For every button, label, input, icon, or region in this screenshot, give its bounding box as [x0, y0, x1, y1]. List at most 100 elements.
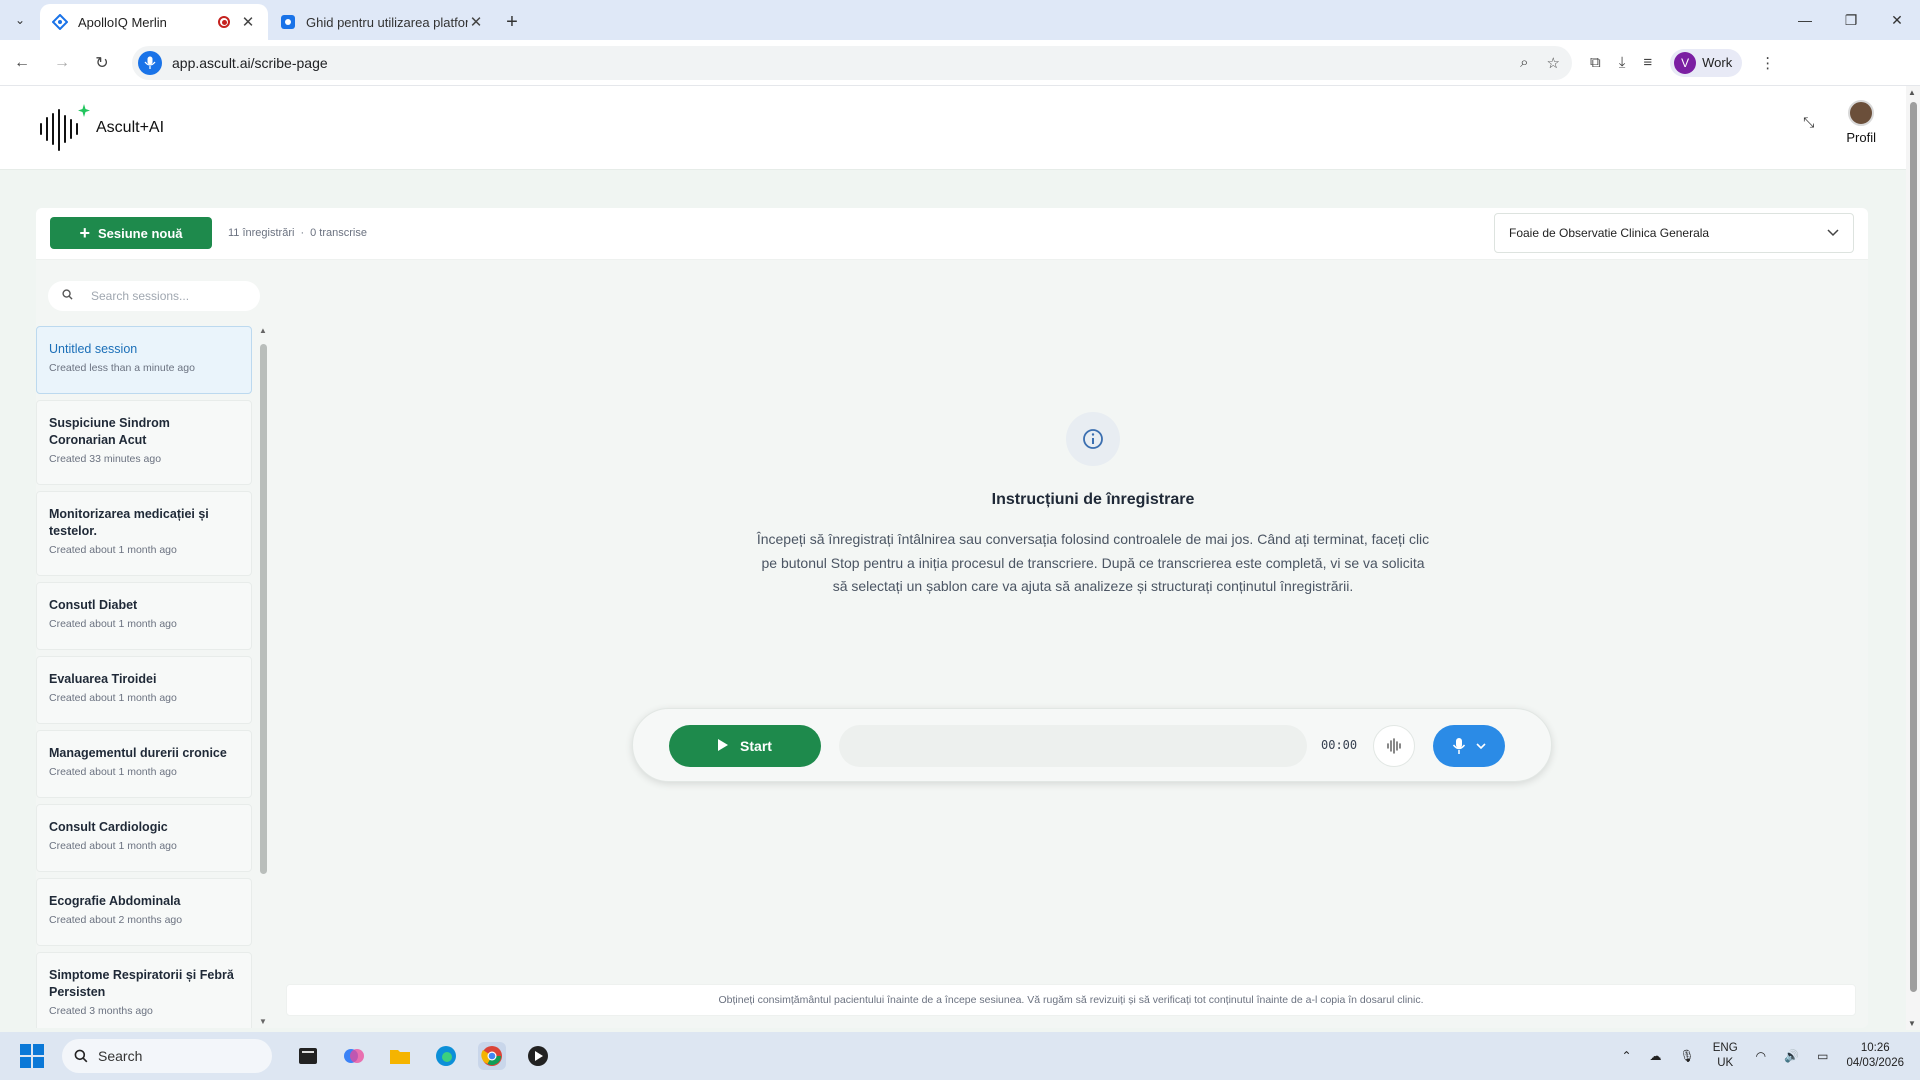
onedrive-icon[interactable]: ☁ [1650, 1049, 1662, 1063]
fullscreen-exit-icon[interactable]: ⤡ [1803, 114, 1814, 131]
tab-title: Ghid pentru utilizarea platform [306, 14, 468, 30]
microphone-site-icon[interactable] [138, 50, 162, 75]
session-item[interactable]: Evaluarea Tiroidei Created about 1 month… [36, 656, 252, 724]
wifi-icon[interactable]: ◠ [1756, 1049, 1766, 1063]
ascult-logo[interactable]: Ascult+AI [38, 102, 164, 154]
session-title: Consult Cardiologic [49, 820, 168, 834]
microphone-icon [1452, 738, 1466, 754]
logo-text: Ascult+AI [96, 119, 165, 136]
system-tray: ⌃ ☁ 🎙 ENG UK ◠ 🔊 ▭ 10:26 04/03/2026 [1621, 1032, 1904, 1080]
forward-arrow-icon[interactable]: → [44, 45, 80, 81]
tray-microphone-icon[interactable]: 🎙 [1680, 1049, 1695, 1063]
consent-notice: Obțineți consimțământul pacientului înai… [286, 984, 1856, 1016]
session-created: Created about 1 month ago [49, 692, 177, 704]
battery-icon[interactable]: ▭ [1817, 1049, 1828, 1063]
new-session-label: Sesiune nouă [97, 225, 183, 241]
page-scrollbar[interactable]: ▲ ▼ [1906, 86, 1920, 1030]
session-item[interactable]: Ecografie Abdominala Created about 2 mon… [36, 878, 252, 946]
profile-label: Work [1702, 55, 1733, 70]
session-item[interactable]: Untitled session Created less than a min… [36, 326, 252, 394]
session-item[interactable]: Consult Cardiologic Created about 1 mont… [36, 804, 252, 872]
tab-close-icon[interactable]: ✕ [240, 13, 256, 31]
media-player-icon[interactable] [524, 1042, 552, 1070]
browser-menu-icon[interactable]: ⋮ [1760, 54, 1775, 72]
tab-apolloiq[interactable]: ApolloIQ Merlin ✕ [40, 4, 268, 40]
copilot-icon[interactable] [340, 1042, 368, 1070]
system-clock[interactable]: 10:26 04/03/2026 [1846, 1041, 1904, 1071]
session-title: Evaluarea Tiroidei [49, 672, 157, 686]
start-recording-button[interactable]: Start [669, 725, 821, 767]
profile-avatar: V [1674, 51, 1697, 74]
scroll-up-arrow-icon[interactable]: ▲ [1908, 88, 1916, 97]
recordings-count: 11 înregistrări [228, 227, 295, 239]
task-view-icon[interactable] [294, 1042, 322, 1070]
scrollbar-thumb[interactable] [260, 344, 267, 874]
session-item[interactable]: Suspiciune Sindrom Coronarian Acut Creat… [36, 400, 252, 485]
address-bar[interactable]: app.ascult.ai/scribe-page ⌕ ☆ [132, 45, 1572, 80]
search-icon [62, 289, 73, 303]
profile-button[interactable]: Profil [1846, 100, 1876, 145]
session-title: Ecografie Abdominala [49, 894, 181, 908]
session-item[interactable]: Simptome Respiratorii și Febră Persisten… [36, 952, 252, 1028]
tray-overflow-icon[interactable]: ⌃ [1621, 1049, 1631, 1063]
session-title: Consutl Diabet [49, 598, 138, 612]
download-icon[interactable]: ⤓ [1619, 54, 1626, 71]
new-session-button[interactable]: + Sesiune nouă [50, 217, 212, 249]
scroll-down-arrow-icon[interactable]: ▼ [258, 1017, 268, 1026]
tab-ghid[interactable]: Ghid pentru utilizarea platform ✕ [268, 4, 496, 40]
play-icon [718, 738, 729, 754]
new-tab-plus-icon[interactable]: + [496, 4, 528, 40]
audio-waveform-button[interactable] [1373, 725, 1415, 767]
lang-line1: ENG [1712, 1042, 1738, 1054]
scroll-up-arrow-icon[interactable]: ▲ [258, 326, 268, 335]
session-counts: 11 înregistrări · 0 transcrise [228, 227, 367, 239]
instructions-body: Începeți să înregistrați întâlnirea sau … [756, 531, 1430, 594]
window-close-icon[interactable]: ✕ [1874, 0, 1920, 40]
bookmark-star-icon[interactable]: ☆ [1547, 54, 1560, 72]
session-list-scrollbar[interactable]: ▲ ▼ [258, 326, 268, 1026]
session-search[interactable] [48, 281, 260, 311]
reload-icon[interactable]: ↻ [84, 45, 120, 81]
session-item[interactable]: Managementul durerii cronice Created abo… [36, 730, 252, 798]
profile-label: Profil [1846, 130, 1876, 145]
volume-icon[interactable]: 🔊 [1784, 1049, 1799, 1063]
scribe-card: + Sesiune nouă 11 înregistrări · 0 transcr… [36, 208, 1868, 1028]
browser-toolbar: ← → ↻ app.ascult.ai/scribe-page ⌕ ☆ ⧉ ⤓ … [0, 40, 1920, 86]
restore-icon[interactable]: ❐ [1828, 0, 1874, 40]
search-input[interactable] [91, 289, 241, 303]
page-scrollbar-thumb[interactable] [1910, 102, 1917, 992]
windows-start-icon[interactable] [20, 1044, 44, 1068]
template-select[interactable]: Foaie de Observatie Clinica Generala [1494, 213, 1854, 253]
session-created: Created about 1 month ago [49, 766, 177, 778]
session-title: Managementul durerii cronice [49, 746, 227, 760]
microphone-select-button[interactable] [1433, 725, 1505, 767]
session-created: Created about 1 month ago [49, 618, 177, 630]
session-item[interactable]: Monitorizarea medicației și testelor. Cr… [36, 491, 252, 576]
language-indicator[interactable]: ENG UK [1713, 1041, 1738, 1071]
tab-search-chevron-icon[interactable]: ⌄ [0, 0, 40, 40]
file-explorer-icon[interactable] [386, 1042, 414, 1070]
minimize-icon[interactable]: — [1782, 0, 1828, 40]
session-item[interactable]: Consutl Diabet Created about 1 month ago [36, 582, 252, 650]
recording-timer: 00:00 [1321, 738, 1358, 752]
plus-icon: + [79, 223, 90, 243]
browser-profile-chip[interactable]: V Work [1670, 48, 1743, 77]
apolloiq-favicon-icon [52, 14, 68, 30]
taskbar-search[interactable]: Search [62, 1039, 272, 1073]
session-created: Created about 1 month ago [49, 840, 177, 852]
extensions-puzzle-icon[interactable]: ⧉ [1590, 54, 1601, 71]
lang-line2: UK [1717, 1057, 1734, 1069]
zoom-icon[interactable]: ⌕ [1520, 54, 1528, 72]
browser-tabstrip: ⌄ ApolloIQ Merlin ✕ Ghid pentru utilizar… [0, 0, 1920, 40]
edge-browser-icon[interactable] [432, 1042, 460, 1070]
session-created: Created 3 months ago [49, 1005, 153, 1017]
tab-close-icon[interactable]: ✕ [468, 13, 484, 31]
back-arrow-icon[interactable]: ← [4, 45, 40, 81]
chevron-down-icon [1827, 226, 1839, 240]
chrome-browser-icon[interactable] [478, 1042, 506, 1070]
waveform-track [839, 725, 1307, 767]
ghid-favicon-icon [280, 14, 296, 30]
scroll-down-arrow-icon[interactable]: ▼ [1908, 1019, 1916, 1028]
media-control-icon[interactable]: ≡ [1643, 54, 1652, 71]
recording-indicator-icon [218, 16, 230, 28]
